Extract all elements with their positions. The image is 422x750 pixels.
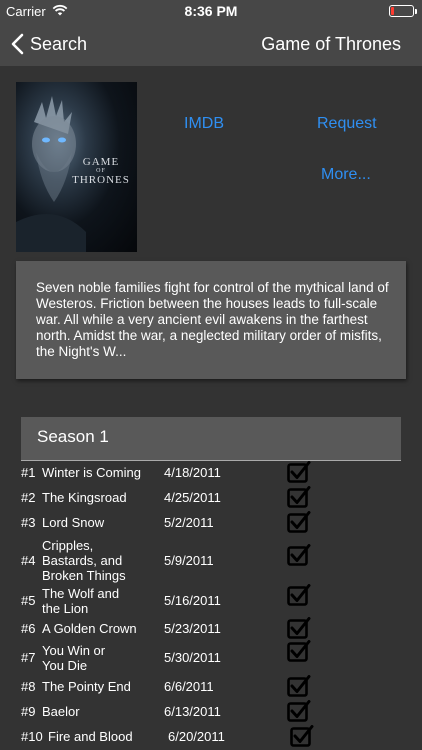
season-header: Season 1 <box>21 417 401 461</box>
request-button[interactable]: Request <box>317 115 377 133</box>
episode-number: #1 <box>21 465 36 480</box>
watched-checkbox-icon[interactable] <box>290 725 314 747</box>
watched-checkbox-icon[interactable] <box>287 544 311 566</box>
episode-title: Baelor <box>42 704 80 719</box>
episode-number: #2 <box>21 490 36 505</box>
episode-number: #9 <box>21 704 36 719</box>
chevron-left-icon <box>11 33 24 55</box>
watched-checkbox-icon[interactable] <box>287 461 311 483</box>
watched-checkbox-icon[interactable] <box>287 584 311 606</box>
episode-air-date: 5/2/2011 <box>164 515 214 530</box>
battery-icon <box>389 5 417 17</box>
watched-checkbox-icon[interactable] <box>287 486 311 508</box>
back-label: Search <box>30 33 88 54</box>
episode-title: You Win or You Die <box>42 643 106 673</box>
episode-air-date: 5/23/2011 <box>164 621 221 636</box>
back-button[interactable]: Search <box>10 30 87 58</box>
more-button[interactable]: More... <box>321 166 371 184</box>
summary-text: Seven noble families fight for control o… <box>36 280 389 359</box>
summary-card: Seven noble families fight for control o… <box>16 261 406 379</box>
episode-number: #5 <box>21 593 36 608</box>
episode-air-date: 5/9/2011 <box>164 553 214 568</box>
episode-title: Fire and Blood <box>48 729 133 744</box>
episode-air-date: 6/13/2011 <box>164 704 221 719</box>
episode-title: The Pointy End <box>42 679 131 694</box>
episode-title: The Kingsroad <box>42 490 127 505</box>
episode-number: #10 <box>21 729 43 744</box>
watched-checkbox-icon[interactable] <box>287 675 311 697</box>
page-title: Game of Thrones <box>261 34 401 54</box>
episode-title: Lord Snow <box>42 515 105 530</box>
navigation-bar: Search Game of Thrones <box>0 22 422 66</box>
status-bar: Carrier 8:36 PM <box>0 0 422 22</box>
episode-number: #7 <box>21 650 36 665</box>
episode-title: Cripples, Bastards, and Broken Things <box>42 538 126 583</box>
show-poster: GAME OF THRONES <box>16 82 137 252</box>
watched-checkbox-icon[interactable] <box>287 640 311 662</box>
episode-title: A Golden Crown <box>42 621 137 636</box>
episode-number: #3 <box>21 515 36 530</box>
poster-title: GAME OF THRONES <box>72 156 130 186</box>
episode-air-date: 4/18/2011 <box>164 465 221 480</box>
watched-checkbox-icon[interactable] <box>287 617 311 639</box>
episode-air-date: 5/30/2011 <box>164 650 221 665</box>
episode-title: The Wolf and the Lion <box>42 586 120 616</box>
imdb-link[interactable]: IMDB <box>184 115 224 133</box>
episode-air-date: 5/16/2011 <box>164 593 221 608</box>
episode-air-date: 4/25/2011 <box>164 490 221 505</box>
watched-checkbox-icon[interactable] <box>287 700 311 722</box>
episode-air-date: 6/6/2011 <box>164 679 214 694</box>
episode-air-date: 6/20/2011 <box>168 729 225 744</box>
season-title: Season 1 <box>37 427 109 446</box>
watched-checkbox-icon[interactable] <box>287 511 311 533</box>
status-time: 8:36 PM <box>184 3 238 19</box>
episode-title: Winter is Coming <box>42 465 141 480</box>
episode-number: #6 <box>21 621 36 636</box>
episode-number: #4 <box>21 553 36 568</box>
episode-number: #8 <box>21 679 36 694</box>
